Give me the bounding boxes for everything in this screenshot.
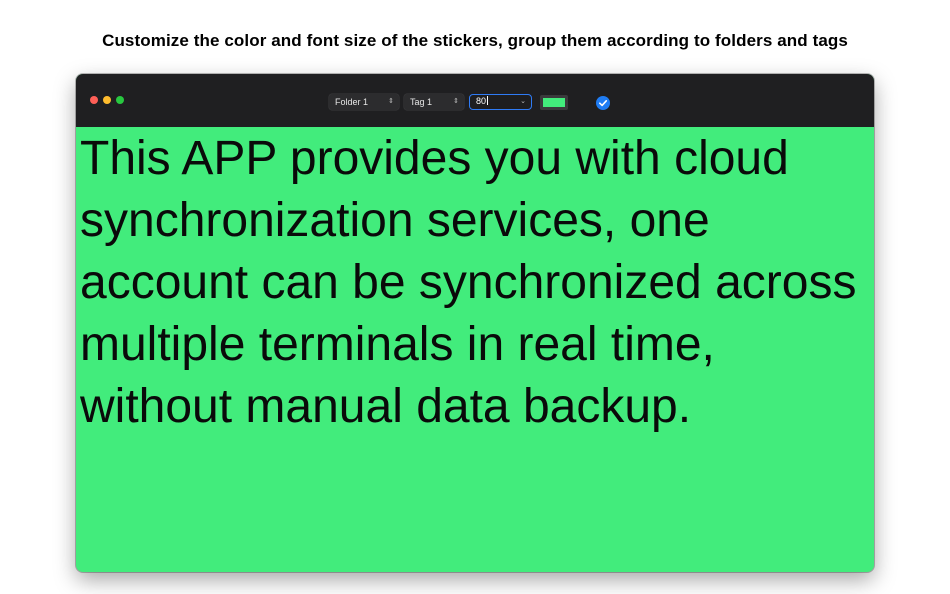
headline: Customize the color and font size of the…: [102, 31, 848, 50]
tag-select-value: Tag 1: [410, 97, 433, 107]
checkmark-circle-icon: [599, 100, 608, 107]
folder-select[interactable]: Folder 1 ⇕: [329, 94, 399, 110]
chevron-down-icon[interactable]: ⌄: [520, 95, 526, 108]
tag-select[interactable]: Tag 1 ⇕: [404, 94, 464, 110]
font-size-combobox[interactable]: 80 ⌄: [469, 94, 532, 110]
up-down-chevron-icon: ⇕: [453, 98, 459, 105]
text-cursor: [487, 96, 489, 105]
minimize-window-button[interactable]: [103, 96, 111, 104]
sticker-window: Folder 1 ⇕ Tag 1 ⇕ 80 ⌄ This APP provide…: [76, 74, 874, 572]
confirm-button[interactable]: [596, 96, 610, 110]
color-well[interactable]: [540, 95, 568, 110]
up-down-chevron-icon: ⇕: [388, 98, 394, 105]
color-swatch: [543, 98, 565, 107]
font-size-value: 80: [476, 96, 487, 106]
title-bar: Folder 1 ⇕ Tag 1 ⇕ 80 ⌄: [76, 74, 874, 127]
close-window-button[interactable]: [90, 96, 98, 104]
zoom-window-button[interactable]: [116, 96, 124, 104]
sticker-text[interactable]: This APP provides you with cloud synchro…: [80, 127, 865, 438]
folder-select-value: Folder 1: [335, 97, 369, 107]
